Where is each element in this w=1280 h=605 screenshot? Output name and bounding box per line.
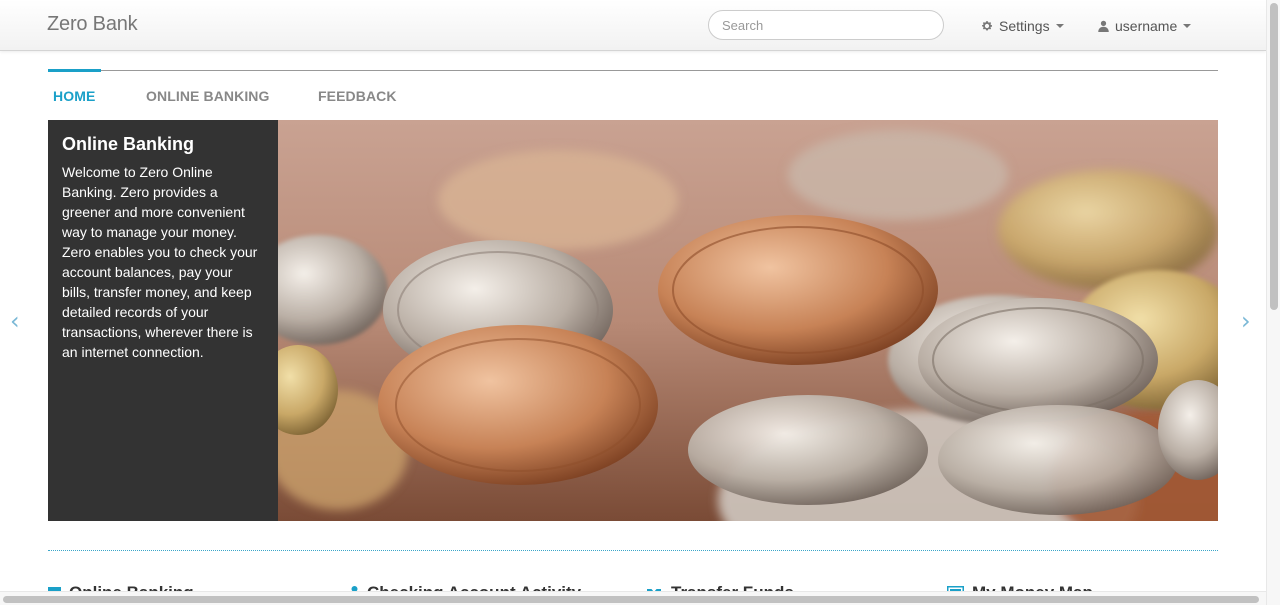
settings-dropdown[interactable]: Settings <box>981 16 1064 36</box>
brand-logo[interactable]: Zero Bank <box>47 13 138 36</box>
tab-feedback[interactable]: FEEDBACK <box>318 88 397 104</box>
horizontal-scrollbar[interactable] <box>0 591 1266 605</box>
username-label: username <box>1115 18 1178 34</box>
vertical-scrollbar[interactable] <box>1266 0 1280 605</box>
caret-down-icon <box>1183 24 1192 28</box>
carousel-next-chevron-right-icon[interactable]: › <box>1241 309 1251 333</box>
user-dropdown[interactable]: username <box>1098 16 1192 36</box>
carousel-text: Welcome to Zero Online Banking. Zero pro… <box>62 164 258 360</box>
tabs-divider <box>48 70 1218 71</box>
caret-down-icon <box>1055 24 1064 28</box>
hero-carousel: Online Banking Welcome to Zero Online Ba… <box>48 120 1218 521</box>
top-navbar: Zero Bank Settings username <box>0 0 1266 51</box>
user-icon <box>1098 20 1109 32</box>
coins-image <box>278 120 1218 521</box>
search-input[interactable] <box>708 10 944 40</box>
settings-label: Settings <box>999 18 1050 34</box>
carousel-prev-chevron-left-icon[interactable]: ‹ <box>10 309 20 333</box>
horizontal-scroll-thumb[interactable] <box>3 596 1259 603</box>
active-tab-indicator <box>48 69 101 72</box>
gear-icon <box>982 21 992 31</box>
section-divider <box>48 550 1218 551</box>
vertical-scroll-thumb[interactable] <box>1270 3 1278 310</box>
tab-home[interactable]: HOME <box>53 88 95 104</box>
carousel-title: Online Banking <box>62 134 195 154</box>
tab-online-banking[interactable]: ONLINE BANKING <box>146 88 270 104</box>
carousel-caption: Online Banking Welcome to Zero Online Ba… <box>48 120 278 521</box>
